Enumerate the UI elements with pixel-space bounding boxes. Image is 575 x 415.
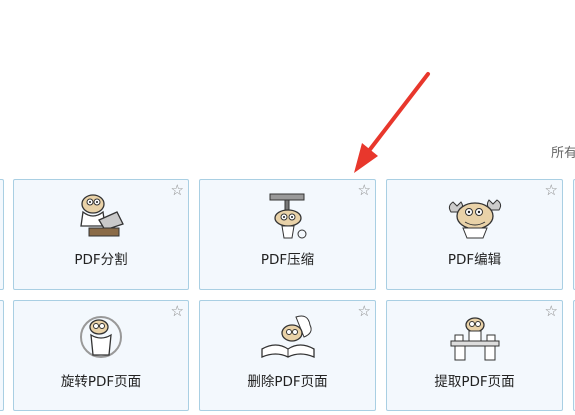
red-arrow-icon bbox=[354, 72, 430, 173]
